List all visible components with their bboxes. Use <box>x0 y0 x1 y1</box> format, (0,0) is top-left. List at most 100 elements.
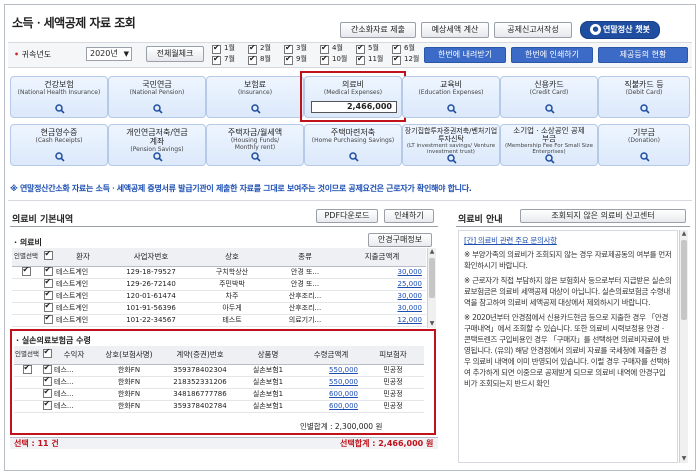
card-subtitle: (Home Purchasing Savings) <box>311 137 395 144</box>
month-label: 4월 <box>332 44 343 52</box>
amount-link[interactable]: 12,000 <box>398 316 423 324</box>
month-11-checkbox[interactable] <box>356 54 365 67</box>
card-title: 주택자금/월세액 <box>227 128 283 137</box>
faq-link[interactable]: [간] 의료비 관련 주요 문의사항 <box>464 236 557 245</box>
month-7-checkbox[interactable] <box>212 54 221 67</box>
insurance-table: 인별선택 수익자 상호(보험사명) 계약(증권)번호 상품명 수령금액계 피보험… <box>14 346 424 413</box>
card-housing-funds[interactable]: 주택자금/월세액 (Housing Funds/ Monthly rent) <box>206 124 304 166</box>
row-checkbox[interactable] <box>42 364 52 374</box>
insured-cell: 민공정 <box>362 376 424 389</box>
month-9-checkbox[interactable] <box>284 54 293 67</box>
card-title: 신용카드 <box>534 80 564 89</box>
select-all-checkbox[interactable] <box>43 249 53 261</box>
beneficiary-cell: 테스... <box>54 364 94 377</box>
card-national-pension[interactable]: 국민연금 (National Pension) <box>108 76 206 118</box>
select-all-checkbox[interactable] <box>42 347 52 359</box>
table-row: 테스... 한화FN 359378402784 실손보험1 600,000 민공… <box>14 400 424 413</box>
deduction-report-button[interactable]: 공제신고서작성 <box>494 22 572 38</box>
company-cell: 한화FN <box>94 376 164 389</box>
row-checkbox[interactable] <box>43 302 53 312</box>
select-all-months-button[interactable]: 전체월체크 <box>146 46 204 62</box>
chevron-down-icon: ▼ <box>123 50 129 58</box>
person-select-checkbox[interactable] <box>22 364 32 374</box>
page-title: 소득ㆍ세액공제 자료 조회 <box>12 16 136 30</box>
row-checkbox[interactable] <box>43 278 53 288</box>
card-title: 직불카드 등 <box>624 80 664 89</box>
medical-table-scrollbar[interactable]: ▲ ▼ <box>427 248 436 328</box>
guide-paragraph: ※ 2020년부터 안경점에서 신용카드현금 등으로 지출한 경우 「안경구매내… <box>464 313 670 388</box>
contract-cell: 218352331206 <box>164 376 236 389</box>
month-label: 2월 <box>260 44 271 52</box>
amount-link[interactable]: 30,000 <box>398 304 423 312</box>
card-credit-card[interactable]: 신용카드 (Credit Card) <box>500 76 598 118</box>
row-checkbox[interactable] <box>42 400 52 410</box>
year-select[interactable]: 2020년 ▼ <box>86 47 132 61</box>
card-health-insurance[interactable]: 건강보험 (National Health Insurance) <box>10 76 108 118</box>
scroll-thumb[interactable] <box>681 240 687 320</box>
row-checkbox[interactable] <box>43 290 53 300</box>
amount-link[interactable]: 25,000 <box>398 280 423 288</box>
month-label: 9월 <box>296 55 307 63</box>
card-insurance[interactable]: 보험료 (Insurance) <box>206 76 304 118</box>
card-lt-investment-savings[interactable]: 장기집합투자증권저축/벤처기업투자신탁 (LT investment savin… <box>402 124 500 166</box>
divider <box>8 200 692 201</box>
month-8-checkbox[interactable] <box>248 54 257 67</box>
pdf-download-button[interactable]: PDF다운로드 <box>316 209 378 223</box>
scroll-thumb[interactable] <box>429 258 435 298</box>
person-select-checkbox[interactable] <box>21 266 31 276</box>
patient-cell: 테스트계인 <box>56 278 110 291</box>
month-10-checkbox[interactable] <box>320 54 329 67</box>
glasses-purchase-info-button[interactable]: 안경구매정보 <box>368 233 432 247</box>
amount-link[interactable]: 600,000 <box>329 390 358 398</box>
table-row: 테스트계인 129-18-79527 구치학상산 안경 또... 30,000 <box>12 266 426 279</box>
scroll-up-icon[interactable]: ▲ <box>680 230 688 238</box>
row-checkbox[interactable] <box>42 388 52 398</box>
row-checkbox[interactable] <box>43 266 53 276</box>
search-icon <box>153 104 163 114</box>
column-header: 지출금액계 <box>338 248 426 267</box>
column-header[interactable] <box>40 248 56 267</box>
scroll-down-icon[interactable]: ▼ <box>680 455 688 463</box>
card-donation[interactable]: 기부금 (Donation) <box>598 124 690 166</box>
guide-paragraph: ※ 부양가족의 의료비가 조회되지 않는 경우 자료제공동의 여부를 먼저 확인… <box>464 250 672 270</box>
card-subtitle: (Education Expenses) <box>418 89 484 96</box>
month-12-checkbox[interactable] <box>392 54 401 67</box>
column-header: 종류 <box>272 248 338 267</box>
insured-cell: 민공정 <box>362 400 424 413</box>
patient-cell: 테스트계인 <box>56 266 110 279</box>
guide-scrollbar[interactable]: ▲ ▼ <box>679 230 688 463</box>
column-header: 피보험자 <box>362 346 424 365</box>
card-pension-savings[interactable]: 개인연금저축/연금계좌 (Pension Savings) <box>108 124 206 166</box>
card-title: 보험료 <box>243 80 267 89</box>
bizno-cell: 129-18-79527 <box>110 266 192 279</box>
column-header: 인별선택 <box>14 346 40 365</box>
download-all-button[interactable]: 한번에 내려받기 <box>424 47 506 63</box>
card-home-purchasing-savings[interactable]: 주택마련저축 (Home Purchasing Savings) <box>304 124 402 166</box>
amount-link[interactable]: 550,000 <box>329 378 358 386</box>
product-cell: 실손보험1 <box>236 364 300 377</box>
deduction-status-button[interactable]: 제공등의 현황 <box>598 47 688 63</box>
amount-link[interactable]: 30,000 <box>398 268 423 276</box>
search-icon <box>153 152 163 162</box>
scroll-up-icon[interactable]: ▲ <box>428 248 436 256</box>
simplified-submit-button[interactable]: 간소화자료 제출 <box>340 22 416 38</box>
amount-link[interactable]: 30,000 <box>398 292 423 300</box>
print-all-button[interactable]: 한번에 인쇄하기 <box>511 47 593 63</box>
row-checkbox[interactable] <box>42 376 52 386</box>
unqueried-medical-report-button[interactable]: 조회되지 않은 의료비 신고센터 <box>520 209 686 223</box>
scroll-down-icon[interactable]: ▼ <box>428 320 436 328</box>
amount-link[interactable]: 600,000 <box>329 402 358 410</box>
type-cell: 산후조리... <box>272 290 338 303</box>
print-button[interactable]: 인쇄하기 <box>384 209 434 223</box>
card-education-expenses[interactable]: 교육비 (Education Expenses) <box>402 76 500 118</box>
row-checkbox[interactable] <box>43 314 53 324</box>
card-cash-receipts[interactable]: 현금영수증 (Cash Receipts) <box>10 124 108 166</box>
card-debit-card[interactable]: 직불카드 등 (Debit Card) <box>598 76 690 118</box>
card-small-enterprise-fee[interactable]: 소기업ㆍ소상공인 공제부금 (Membership Fee For Small … <box>500 124 598 166</box>
card-title: 소기업ㆍ소상공인 공제부금 <box>513 126 585 143</box>
chatbot-button[interactable]: ● 연말정산 챗봇 <box>580 21 660 39</box>
expected-tax-button[interactable]: 예상세액 계산 <box>421 22 489 38</box>
beneficiary-cell: 테스... <box>54 376 94 389</box>
amount-link[interactable]: 550,000 <box>329 366 358 374</box>
insured-cell: 민공정 <box>362 388 424 401</box>
